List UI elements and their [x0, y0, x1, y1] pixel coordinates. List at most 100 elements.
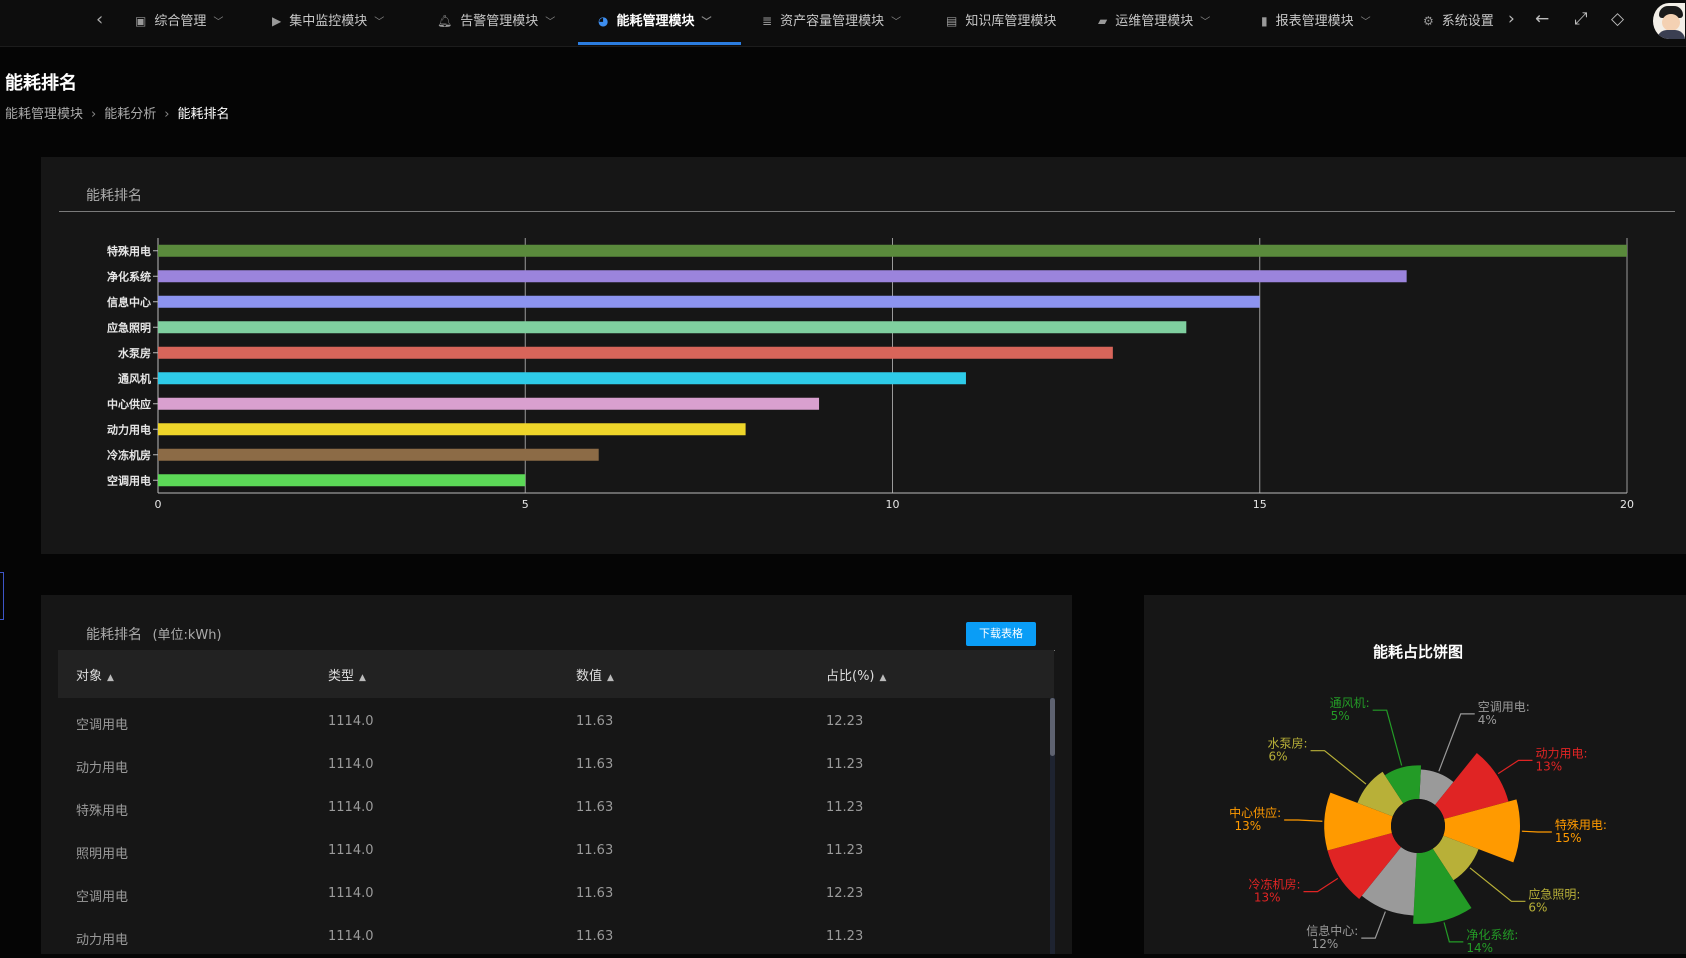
pie-slice-percent: 13% — [1254, 891, 1281, 905]
pie-slice-percent: 15% — [1555, 831, 1582, 845]
bar[interactable] — [158, 474, 526, 487]
pie-slice-label: 净化系统: — [1466, 928, 1518, 942]
pie-label-line — [1469, 867, 1526, 902]
table-cell: 特殊用电 — [76, 804, 129, 819]
pie-slice-percent: 5% — [1331, 709, 1350, 723]
y-tick-label: 应急照明 — [107, 320, 151, 334]
table-cell: 11.23 — [826, 800, 864, 815]
table-cell: 11.23 — [826, 843, 864, 858]
pie-slice-percent: 4% — [1478, 713, 1497, 727]
table-cell: 11.63 — [576, 757, 614, 772]
y-tick-label: 中心供应 — [107, 397, 151, 411]
x-tick-label: 5 — [522, 498, 529, 511]
pie-label-line — [1497, 759, 1533, 775]
table-cell: 1114.0 — [328, 929, 374, 944]
column-header-value[interactable]: 数值 ▲ — [576, 665, 614, 684]
table-row[interactable]: 照明用电 1114.0 11.63 11.23 — [58, 829, 1048, 872]
bar[interactable] — [158, 423, 746, 436]
table-cell: 11.63 — [576, 886, 614, 901]
pie-slice-label: 应急照明: — [1528, 886, 1580, 901]
pie-label-line — [1361, 911, 1386, 939]
bar[interactable] — [158, 448, 599, 461]
sort-icon[interactable]: ▲ — [880, 673, 887, 683]
bar[interactable] — [158, 270, 1407, 283]
x-tick-label: 20 — [1620, 498, 1634, 511]
table-cell: 动力用电 — [76, 933, 129, 948]
table-row[interactable]: 动力用电 1114.0 11.63 11.23 — [58, 915, 1048, 958]
pie-slice-percent: 13% — [1535, 759, 1562, 773]
table-cell: 1114.0 — [328, 800, 374, 815]
table-cell: 11.23 — [826, 929, 864, 944]
pie-slice-label: 水泵房: — [1268, 736, 1308, 751]
table-cell: 11.63 — [576, 800, 614, 815]
table-cell: 11.63 — [576, 714, 614, 729]
table-cell: 空调用电 — [76, 718, 129, 733]
sort-icon[interactable]: ▲ — [107, 673, 114, 683]
bar[interactable] — [158, 295, 1260, 308]
column-header-object[interactable]: 对象 ▲ — [76, 665, 114, 684]
table-cell: 1114.0 — [328, 757, 374, 772]
x-tick-label: 15 — [1253, 498, 1267, 511]
y-tick-label: 特殊用电 — [107, 244, 151, 258]
table-header: 对象 ▲ 类型 ▲ 数值 ▲ 占比(%) ▲ — [58, 650, 1054, 698]
y-tick-label: 通风机 — [118, 371, 151, 385]
energy-pie-chart: 能耗占比饼图空调用电:4%动力用电:13%特殊用电:15%应急照明:6%净化系统… — [1229, 643, 1607, 954]
pie-slice-percent: 12% — [1312, 937, 1339, 951]
bar[interactable] — [158, 346, 1113, 359]
pie-slice-percent: 13% — [1234, 819, 1261, 833]
y-tick-label: 水泵房 — [118, 346, 151, 360]
download-table-button[interactable]: 下载表格 — [966, 622, 1036, 646]
side-collapse-handle[interactable] — [0, 572, 4, 620]
table-cell: 1114.0 — [328, 843, 374, 858]
table-cell: 11.63 — [576, 929, 614, 944]
pie-slice-label: 特殊用电: — [1555, 817, 1607, 832]
column-header-percent[interactable]: 占比(%) ▲ — [826, 665, 886, 684]
table-cell: 1114.0 — [328, 714, 374, 729]
y-tick-label: 空调用电 — [107, 473, 151, 487]
table-row[interactable]: 动力用电 1114.0 11.63 11.23 — [58, 743, 1048, 786]
pie-slice-label: 冷冻机房: — [1248, 877, 1300, 892]
pie-slice-label: 信息中心: — [1306, 923, 1358, 938]
table-row[interactable]: 特殊用电 1114.0 11.63 11.23 — [58, 786, 1048, 829]
pie-slice-label: 动力用电: — [1535, 746, 1587, 760]
table-row[interactable]: 空调用电 1114.0 11.63 12.23 — [58, 872, 1048, 915]
table-cell: 动力用电 — [76, 761, 129, 776]
pie-label-line — [1310, 750, 1367, 785]
table-cell: 11.23 — [826, 757, 864, 772]
table-cell: 11.63 — [576, 843, 614, 858]
pie-label-line — [1521, 830, 1552, 833]
table-row[interactable]: 空调用电 1114.0 11.63 12.23 — [58, 700, 1048, 743]
bar[interactable] — [158, 397, 820, 410]
pie-title: 能耗占比饼图 — [1373, 643, 1463, 661]
table-panel-title: 能耗排名 (单位:kWh) — [86, 627, 222, 643]
pie-slice-percent: 6% — [1528, 900, 1547, 914]
y-tick-label: 冷冻机房 — [107, 448, 151, 462]
table-cell: 空调用电 — [76, 890, 129, 905]
pie-slice-label: 中心供应: — [1229, 805, 1281, 820]
pie-center-hole — [1391, 799, 1445, 853]
x-tick-label: 0 — [155, 498, 162, 511]
y-tick-label: 动力用电 — [107, 422, 151, 436]
pie-slice-percent: 14% — [1466, 941, 1493, 954]
sort-icon[interactable]: ▲ — [359, 673, 366, 683]
table-cell: 12.23 — [826, 886, 864, 901]
x-tick-label: 10 — [886, 498, 900, 511]
pie-label-line — [1443, 922, 1464, 943]
pie-slice-percent: 6% — [1269, 750, 1288, 764]
column-header-type[interactable]: 类型 ▲ — [328, 665, 366, 684]
table-scroll-thumb[interactable] — [1050, 698, 1055, 756]
ranking-bar-chart: 0 5 10 15 20 特殊用电净化系统信息中心应急照明水泵房通风机中心供应动力用电冷冻… — [107, 238, 1634, 511]
bar[interactable] — [158, 244, 1627, 257]
pie-slice-label: 空调用电: — [1478, 700, 1530, 714]
y-tick-label: 净化系统 — [107, 269, 151, 283]
pie-label-line — [1372, 709, 1403, 766]
bar[interactable] — [158, 321, 1187, 334]
sort-icon[interactable]: ▲ — [607, 673, 614, 683]
pie-label-line — [1303, 877, 1339, 893]
y-tick-label: 信息中心 — [107, 295, 151, 309]
pie-label-line — [1284, 819, 1323, 822]
table-cell: 照明用电 — [76, 847, 129, 862]
pie-slice-label: 通风机: — [1330, 696, 1370, 710]
table-cell: 12.23 — [826, 714, 864, 729]
bar[interactable] — [158, 372, 966, 385]
